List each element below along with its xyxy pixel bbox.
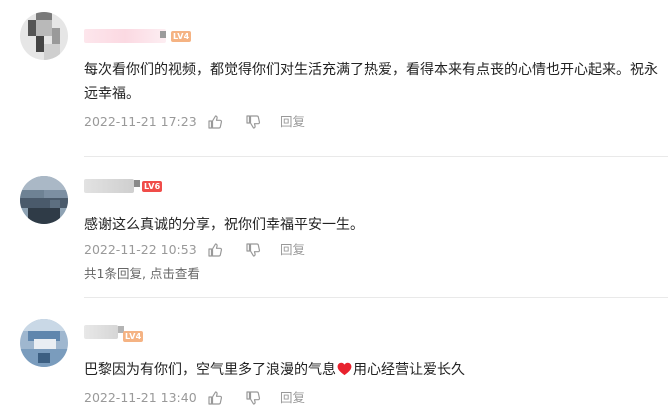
- comment-meta: 2022-11-22 10:53 回复: [84, 241, 384, 259]
- username[interactable]: [84, 179, 134, 193]
- comment-text-part2: 用心经营让爱长久: [353, 362, 465, 378]
- comment-meta: 2022-11-21 13:40 回复: [84, 389, 384, 407]
- replies-separator: ,: [141, 266, 150, 281]
- comment-text: 巴黎因为有你们，空气里多了浪漫的气息 用心经营让爱长久: [84, 358, 668, 382]
- reply-button[interactable]: 回复: [280, 389, 305, 407]
- dislike-icon[interactable]: [245, 390, 261, 406]
- username[interactable]: [84, 29, 166, 43]
- comment-item: LV4 巴黎因为有你们，空气里多了浪漫的气息 用心经营让爱长久 2022-11-2…: [0, 298, 668, 418]
- comment-time: 2022-11-21 13:40: [84, 390, 197, 405]
- comment-text-part1: 巴黎因为有你们，空气里多了浪漫的气息: [84, 362, 336, 378]
- dislike-icon[interactable]: [245, 242, 261, 258]
- level-badge: LV6: [142, 181, 163, 192]
- comment-text: 感谢这么真诚的分享，祝你们幸福平安一生。: [84, 217, 364, 233]
- avatar[interactable]: [20, 176, 68, 224]
- level-badge: LV4: [171, 31, 192, 42]
- comment-text: 每次看你们的视频，都觉得你们对生活充满了热爱，看得本来有点丧的心情也开心起来。祝…: [84, 62, 658, 102]
- comment-time: 2022-11-21 17:23: [84, 114, 197, 129]
- username[interactable]: [84, 325, 118, 339]
- comment-item: LV6 感谢这么真诚的分享，祝你们幸福平安一生。 2022-11-22 10:5…: [0, 157, 668, 305]
- level-badge: LV4: [123, 331, 144, 342]
- username-tail: [134, 180, 140, 187]
- comment-meta: 2022-11-21 17:23 回复: [84, 113, 384, 131]
- replies-count: 共1条回复: [84, 266, 142, 281]
- view-replies-link[interactable]: 共1条回复, 点击查看: [84, 265, 200, 283]
- reply-button[interactable]: 回复: [280, 241, 305, 259]
- dislike-icon[interactable]: [245, 114, 261, 130]
- view-replies-action[interactable]: 点击查看: [150, 266, 200, 281]
- avatar[interactable]: [20, 319, 68, 367]
- comment-item: LV4 每次看你们的视频，都觉得你们对生活充满了热爱，看得本来有点丧的心情也开心…: [0, 0, 668, 160]
- like-icon[interactable]: [207, 242, 223, 258]
- reply-button[interactable]: 回复: [280, 113, 305, 131]
- username-tail: [160, 31, 166, 38]
- avatar[interactable]: [20, 12, 68, 60]
- comment-time: 2022-11-22 10:53: [84, 242, 197, 257]
- like-icon[interactable]: [207, 114, 223, 130]
- like-icon[interactable]: [207, 390, 223, 406]
- heart-emoji-icon: [337, 362, 352, 376]
